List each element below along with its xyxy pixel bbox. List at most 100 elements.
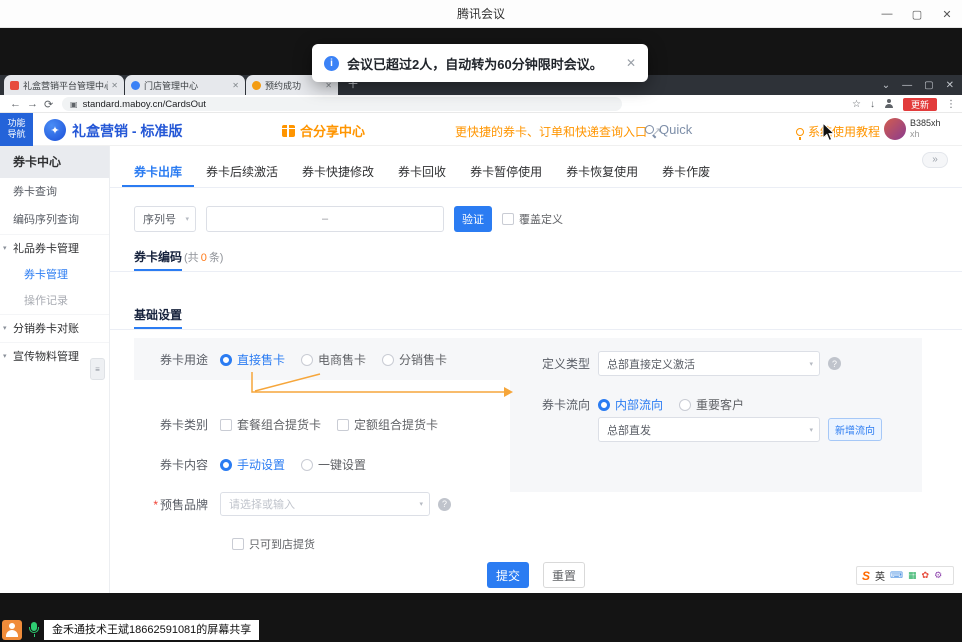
ime-settings-icon[interactable]: ⚙ bbox=[934, 570, 942, 581]
tab-followup-activate[interactable]: 券卡后续激活 bbox=[194, 158, 290, 187]
radio-internal-flow[interactable]: 内部流向 bbox=[598, 396, 663, 413]
user-avatar[interactable] bbox=[884, 118, 906, 140]
back-icon[interactable]: ← bbox=[10, 95, 21, 113]
panel-collapse-button[interactable]: » bbox=[922, 152, 948, 168]
serial-type-value: 序列号 bbox=[143, 211, 176, 227]
chevron-down-icon: ▾ bbox=[419, 500, 423, 508]
codes-count-suffix: 条) bbox=[209, 249, 224, 265]
radio-one-key-setting[interactable]: 一键设置 bbox=[301, 456, 366, 473]
flow-select[interactable]: 总部直发 ▾ bbox=[598, 417, 820, 442]
sidebar-group-distribution[interactable]: ▾ 分销券卡对账 bbox=[0, 314, 109, 342]
bookmark-star-icon[interactable]: ☆ bbox=[852, 99, 861, 110]
checkbox-combo-pickup-card[interactable]: 套餐组合提货卡 bbox=[220, 416, 321, 433]
chevron-down-icon: ▾ bbox=[185, 215, 189, 223]
reset-button[interactable]: 重置 bbox=[543, 562, 585, 588]
forward-icon[interactable]: → bbox=[27, 95, 38, 113]
store-only-checkbox[interactable] bbox=[232, 538, 244, 550]
tab-close-icon[interactable]: ✕ bbox=[232, 81, 239, 90]
radio-icon[interactable] bbox=[220, 354, 232, 366]
tab-quick-modify[interactable]: 券卡快捷修改 bbox=[290, 158, 386, 187]
nav-toggle-line2: 导航 bbox=[0, 129, 33, 140]
radio-distribution-sale[interactable]: 分销售卡 bbox=[382, 351, 447, 368]
profile-icon[interactable] bbox=[884, 99, 894, 109]
checkbox-fixed-combo-pickup-card[interactable]: 定额组合提货卡 bbox=[337, 416, 438, 433]
flow-select-value: 总部直发 bbox=[607, 422, 651, 438]
ime-logo-icon[interactable]: S bbox=[862, 569, 870, 583]
address-field[interactable]: ▣ standard.maboy.cn/CardsOut bbox=[62, 97, 622, 111]
promo-entry-link[interactable]: 更快捷的券卡、订单和快递查询入口 ↗ bbox=[455, 123, 661, 140]
close-button[interactable]: ✕ bbox=[932, 0, 962, 28]
override-label: 覆盖定义 bbox=[519, 211, 563, 227]
browser-tab-1[interactable]: 礼盒营销平台管理中心 ✕ bbox=[4, 75, 124, 95]
sidebar-collapse-handle[interactable]: ≡ bbox=[90, 358, 105, 380]
download-icon[interactable]: ↓ bbox=[870, 99, 875, 110]
toast-close-icon[interactable]: ✕ bbox=[626, 56, 636, 70]
radio-icon[interactable] bbox=[301, 459, 313, 471]
override-checkbox-group[interactable]: 覆盖定义 bbox=[502, 211, 563, 227]
sidebar-item-card-manage[interactable]: 券卡管理 bbox=[0, 262, 109, 288]
sidebar-item-code-query[interactable]: 编码序列查询 bbox=[0, 206, 109, 234]
radio-icon[interactable] bbox=[220, 459, 232, 471]
nav-toggle-button[interactable]: 功能 导航 bbox=[0, 113, 33, 146]
sidebar-group-gift-cards[interactable]: ▾ 礼品券卡管理 bbox=[0, 234, 109, 262]
site-info-icon[interactable]: ▣ bbox=[70, 100, 78, 109]
browser-tab-2[interactable]: 门店管理中心 ✕ bbox=[125, 75, 245, 95]
browser-menu-icon[interactable]: ⋮ bbox=[946, 99, 956, 110]
serial-range-input[interactable] bbox=[206, 206, 444, 232]
tab-search-icon[interactable]: ⌄ bbox=[882, 80, 890, 91]
tab-card-void[interactable]: 券卡作废 bbox=[650, 158, 722, 187]
minimize-button[interactable]: — bbox=[872, 0, 902, 28]
radio-direct-sale[interactable]: 直接售卡 bbox=[220, 351, 285, 368]
brand-select[interactable]: 请选择或输入 ▾ bbox=[220, 492, 430, 516]
ime-language-mode[interactable]: 英 bbox=[875, 568, 885, 583]
define-type-row: 定义类型 总部直接定义激活 ▾ ? bbox=[510, 351, 841, 376]
radio-ecommerce-sale[interactable]: 电商售卡 bbox=[301, 351, 366, 368]
browser-close-button[interactable]: ✕ bbox=[946, 80, 954, 91]
quick-search[interactable]: Quick bbox=[645, 122, 692, 137]
radio-icon[interactable] bbox=[679, 399, 691, 411]
required-mark: * bbox=[153, 498, 158, 512]
ime-keyboard-icon[interactable]: ⌨ bbox=[890, 570, 903, 581]
radio-manual-setting[interactable]: 手动设置 bbox=[220, 456, 285, 473]
radio-label: 直接售卡 bbox=[237, 351, 285, 368]
store-only-row[interactable]: 只可到店提货 bbox=[232, 536, 315, 552]
share-center-link[interactable]: 合分享中心 bbox=[282, 121, 365, 140]
user-name: B385xh bbox=[910, 118, 941, 129]
share-center-label: 合分享中心 bbox=[300, 121, 365, 140]
help-icon[interactable]: ? bbox=[438, 498, 451, 511]
tab-card-out[interactable]: 券卡出库 bbox=[122, 158, 194, 187]
help-icon[interactable]: ? bbox=[828, 357, 841, 370]
meeting-title: 腾讯会议 bbox=[457, 5, 505, 22]
radio-label: 电商售卡 bbox=[318, 351, 366, 368]
checkbox-icon[interactable] bbox=[337, 419, 349, 431]
serial-type-select[interactable]: 序列号 ▾ bbox=[134, 206, 196, 232]
refresh-icon[interactable]: ⟳ bbox=[44, 95, 53, 113]
addressbar-actions: ☆ ↓ 更新 ⋮ bbox=[852, 95, 956, 113]
browser-maximize-button[interactable]: ▢ bbox=[924, 80, 933, 91]
define-type-select[interactable]: 总部直接定义激活 ▾ bbox=[598, 351, 820, 376]
maximize-button[interactable]: ▢ bbox=[902, 0, 932, 28]
tab-card-recycle[interactable]: 券卡回收 bbox=[386, 158, 458, 187]
ime-skin-icon[interactable]: ✿ bbox=[922, 570, 930, 581]
tab-card-resume[interactable]: 券卡恢复使用 bbox=[554, 158, 650, 187]
add-flow-button[interactable]: 新增流向 bbox=[828, 418, 882, 441]
browser-update-button[interactable]: 更新 bbox=[903, 98, 937, 111]
sidebar-item-card-query[interactable]: 券卡查询 bbox=[0, 178, 109, 206]
browser-window-controls: ⌄ — ▢ ✕ bbox=[882, 75, 954, 95]
override-checkbox[interactable] bbox=[502, 213, 514, 225]
browser-minimize-button[interactable]: — bbox=[902, 80, 912, 91]
radio-icon[interactable] bbox=[598, 399, 610, 411]
checkbox-icon[interactable] bbox=[220, 419, 232, 431]
radio-icon[interactable] bbox=[301, 354, 313, 366]
verify-button[interactable]: 验证 bbox=[454, 206, 492, 232]
ime-panel-icon[interactable]: ▦ bbox=[908, 570, 917, 581]
tab-close-icon[interactable]: ✕ bbox=[111, 81, 118, 90]
group-label: 宣传物料管理 bbox=[13, 351, 79, 363]
radio-icon[interactable] bbox=[382, 354, 394, 366]
tab-card-pause[interactable]: 券卡暂停使用 bbox=[458, 158, 554, 187]
radio-key-customer[interactable]: 重要客户 bbox=[679, 396, 744, 413]
tutorial-link[interactable]: 系统使用教程 bbox=[796, 123, 880, 140]
sidebar-item-operation-log[interactable]: 操作记录 bbox=[0, 288, 109, 314]
submit-button[interactable]: 提交 bbox=[487, 562, 529, 588]
user-info: B385xh xh bbox=[910, 118, 941, 140]
